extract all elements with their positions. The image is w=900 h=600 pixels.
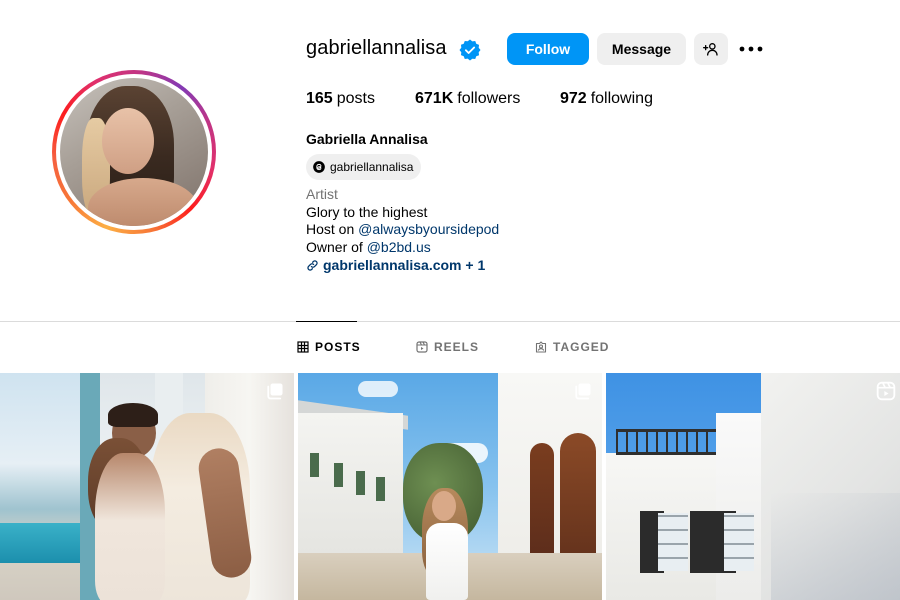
reel-icon bbox=[876, 381, 896, 401]
more-options-button[interactable] bbox=[738, 38, 764, 60]
follow-button[interactable]: Follow bbox=[507, 33, 589, 65]
post-image-window bbox=[658, 513, 688, 571]
verified-badge-icon bbox=[459, 39, 481, 61]
bio-host-prefix: Host on bbox=[306, 221, 359, 238]
post-image-shadow bbox=[771, 493, 900, 600]
message-button[interactable]: Message bbox=[597, 33, 686, 65]
posts-count-label: posts bbox=[336, 90, 375, 107]
active-tab-indicator bbox=[296, 321, 357, 322]
mention-link-business[interactable]: @b2bd.us bbox=[367, 239, 431, 255]
post-thumbnail[interactable] bbox=[606, 373, 900, 600]
profile-bio: Artist Glory to the highest Host on @alw… bbox=[306, 186, 499, 275]
tab-posts-label: POSTS bbox=[315, 340, 361, 354]
tabs-divider bbox=[0, 321, 900, 322]
threads-handle: gabriellannalisa bbox=[330, 160, 414, 174]
external-links[interactable]: gabriellannalisa.com + 1 bbox=[306, 257, 499, 275]
bio-line: Glory to the highest bbox=[306, 203, 428, 220]
bio-owner-prefix: Owner of bbox=[306, 239, 367, 256]
profile-username: gabriellannalisa bbox=[306, 37, 447, 59]
tab-tagged[interactable]: TAGGED bbox=[535, 340, 609, 354]
following-count-value: 972 bbox=[560, 90, 587, 107]
avatar-face bbox=[102, 108, 154, 174]
threads-badge-link[interactable]: gabriellannalisa bbox=[306, 154, 422, 180]
post-image-window bbox=[376, 477, 385, 501]
threads-icon bbox=[313, 161, 325, 173]
carousel-icon bbox=[575, 383, 591, 400]
avatar-photo bbox=[60, 78, 208, 226]
post-thumbnail[interactable] bbox=[298, 373, 602, 600]
following-link[interactable]: 972 following bbox=[560, 90, 653, 108]
tab-reels-label: REELS bbox=[434, 340, 480, 354]
reels-icon bbox=[416, 341, 428, 353]
post-image-window bbox=[356, 471, 365, 495]
post-image-window bbox=[0, 373, 82, 600]
post-image-person bbox=[432, 491, 456, 521]
post-image-window bbox=[724, 513, 754, 571]
grid-icon bbox=[297, 341, 309, 353]
post-image-window bbox=[334, 463, 343, 487]
bio-category: Artist bbox=[306, 186, 338, 202]
posts-count-value: 165 bbox=[306, 90, 333, 107]
more-horizontal-icon bbox=[739, 46, 763, 52]
tab-posts[interactable]: POSTS bbox=[297, 340, 361, 354]
tagged-icon bbox=[535, 341, 547, 353]
mention-link-podcast[interactable]: @alwaysbyoursidepod bbox=[358, 221, 499, 237]
posts-count: 165 posts bbox=[306, 90, 375, 108]
post-image-building bbox=[298, 413, 403, 553]
followers-count-value: 671K bbox=[415, 90, 454, 107]
post-image-window bbox=[310, 453, 319, 477]
post-image-person bbox=[95, 453, 165, 600]
profile-full-name: Gabriella Annalisa bbox=[306, 131, 428, 147]
bio-line-host: Host on @alwaysbyoursidepod bbox=[306, 221, 499, 239]
tab-tagged-label: TAGGED bbox=[553, 340, 610, 354]
add-user-icon bbox=[703, 43, 718, 56]
carousel-icon bbox=[267, 383, 283, 400]
bio-line-owner: Owner of @b2bd.us bbox=[306, 239, 499, 257]
followers-count-label: followers bbox=[457, 90, 521, 107]
post-image-person bbox=[426, 523, 468, 600]
avatar-shoulder bbox=[88, 178, 198, 226]
post-image-person bbox=[108, 403, 158, 427]
post-thumbnail[interactable] bbox=[0, 373, 294, 600]
followers-link[interactable]: 671K followers bbox=[415, 90, 520, 108]
profile-avatar[interactable] bbox=[52, 70, 216, 234]
post-image-shutter bbox=[690, 511, 714, 573]
external-link-text: gabriellannalisa.com + 1 bbox=[323, 256, 486, 273]
suggest-similar-button[interactable] bbox=[694, 33, 728, 65]
post-image-cloud bbox=[358, 381, 398, 397]
link-icon bbox=[307, 260, 318, 271]
avatar-border bbox=[56, 74, 212, 230]
tab-reels[interactable]: REELS bbox=[416, 340, 479, 354]
following-count-label: following bbox=[590, 90, 653, 107]
